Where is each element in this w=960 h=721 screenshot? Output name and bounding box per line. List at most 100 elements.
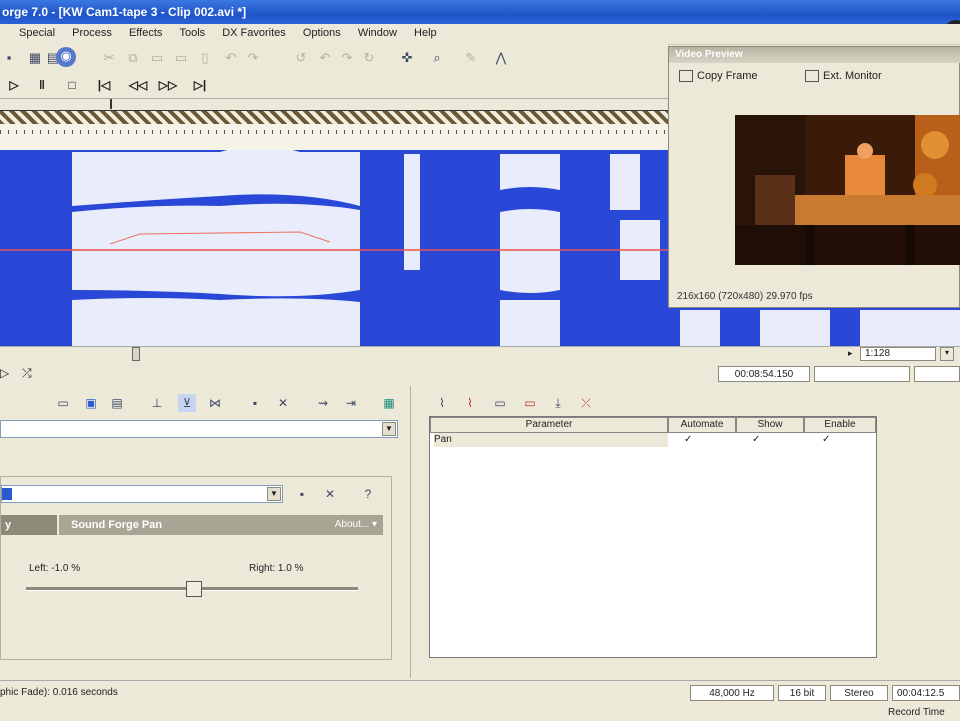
transport-bar: ▷ ǁ □ |◁ ◁◁ ▷▷ ▷| bbox=[0, 72, 668, 98]
save-preset-icon[interactable]: ▪ bbox=[246, 394, 264, 412]
chain-load-icon[interactable]: ▤ bbox=[108, 394, 126, 412]
envelope-point-icon[interactable]: ⤓ bbox=[549, 394, 567, 412]
channels-field[interactable]: Stereo bbox=[830, 685, 888, 701]
go-to-end-icon[interactable]: ▷| bbox=[190, 76, 210, 94]
video-preview-title: Video Preview bbox=[669, 47, 960, 63]
repeat-icon[interactable]: ↺ bbox=[292, 49, 310, 67]
play-mode-icon[interactable]: ▷ bbox=[0, 366, 9, 380]
fast-forward-icon[interactable]: ▷▷ bbox=[158, 76, 178, 94]
envelope-add-icon[interactable]: ⌇ bbox=[433, 394, 451, 412]
automate-checkbox[interactable]: ✓ bbox=[684, 434, 696, 446]
copy-frame-label: Copy Frame bbox=[697, 70, 758, 82]
chain-selector[interactable]: ▼ bbox=[0, 420, 398, 438]
cut-icon[interactable]: ✂ bbox=[100, 49, 118, 67]
chain-move-left-icon[interactable]: ⊥ bbox=[148, 394, 166, 412]
chain-add-icon[interactable]: ▭ bbox=[54, 394, 72, 412]
menu-window[interactable]: Window bbox=[351, 24, 404, 39]
remove-plugin-icon[interactable]: ✕ bbox=[274, 394, 292, 412]
rewind-icon[interactable]: ◁◁ bbox=[128, 76, 148, 94]
magnify-tool-icon[interactable]: ⌕ bbox=[428, 49, 446, 67]
web-icon[interactable]: ◉ bbox=[56, 47, 76, 67]
trim-icon[interactable]: ▯ bbox=[196, 49, 214, 67]
column-parameter[interactable]: Parameter bbox=[430, 417, 668, 433]
stop-icon[interactable]: □ bbox=[62, 76, 82, 94]
sample-rate-field[interactable]: 48,000 Hz bbox=[690, 685, 774, 701]
horizontal-scroll-row[interactable]: ▸ 1:128 ▾ bbox=[0, 346, 960, 363]
mix-icon[interactable]: ▭ bbox=[172, 49, 190, 67]
edit-tool-icon[interactable]: ✜ bbox=[398, 49, 416, 67]
undo-icon[interactable]: ↶ bbox=[222, 49, 240, 67]
envelope-delete-icon[interactable]: ▭ bbox=[521, 394, 539, 412]
window-title: orge 7.0 - [KW Cam1-tape 3 - Clip 002.av… bbox=[2, 5, 247, 19]
save-icon[interactable]: ▪ bbox=[0, 49, 18, 67]
menu-tools[interactable]: Tools bbox=[172, 24, 212, 39]
length-status-field[interactable]: 00:04:12.5 bbox=[892, 685, 960, 701]
preview-plugin-icon[interactable]: ⇝ bbox=[314, 394, 332, 412]
table-row[interactable]: Pan ✓ ✓ ✓ bbox=[430, 433, 876, 447]
process-plugin-icon[interactable]: ⇥ bbox=[342, 394, 360, 412]
pencil-tool-icon[interactable]: ✎ bbox=[462, 49, 480, 67]
monitor-icon bbox=[805, 70, 819, 83]
column-enable[interactable]: Enable bbox=[804, 417, 876, 433]
ext-monitor-label: Ext. Monitor bbox=[823, 70, 882, 82]
ruler-ticks bbox=[0, 130, 668, 134]
menu-help[interactable]: Help bbox=[407, 24, 444, 39]
delete-preset-icon[interactable]: ✕ bbox=[321, 485, 339, 503]
redo-history-icon[interactable]: ↷ bbox=[338, 49, 356, 67]
menu-dx-favorites[interactable]: DX Favorites bbox=[215, 24, 293, 39]
column-automate[interactable]: Automate bbox=[668, 417, 736, 433]
copy-icon[interactable]: ⧉ bbox=[124, 49, 142, 67]
column-show[interactable]: Show bbox=[736, 417, 804, 433]
preset-selector[interactable]: ▼ bbox=[1, 485, 283, 503]
undo-history-icon[interactable]: ↶ bbox=[316, 49, 334, 67]
chain-dropdown-icon[interactable]: ▼ bbox=[382, 422, 396, 436]
chain-route-icon[interactable]: ⋈ bbox=[206, 394, 224, 412]
ext-monitor-button[interactable]: Ext. Monitor bbox=[805, 70, 882, 83]
go-to-start-icon[interactable]: |◁ bbox=[94, 76, 114, 94]
automation-pane: ⌇ ⌇ ▭ ▭ ⤓ ⤫ Parameter Automate Show Enab… bbox=[410, 386, 960, 678]
save-preset-button-icon[interactable]: ▪ bbox=[293, 485, 311, 503]
video-frame bbox=[735, 115, 960, 265]
show-checkbox[interactable]: ✓ bbox=[752, 434, 764, 446]
window-title-bar: orge 7.0 - [KW Cam1-tape 3 - Clip 002.av… bbox=[0, 0, 960, 24]
pan-slider-thumb[interactable] bbox=[185, 581, 202, 597]
enable-checkbox[interactable]: ✓ bbox=[822, 434, 834, 446]
refresh-icon[interactable]: ↻ bbox=[360, 49, 378, 67]
render-icon[interactable]: ▦ bbox=[26, 49, 44, 67]
envelope-tool-icon[interactable]: ⋀ bbox=[492, 49, 510, 67]
time-ruler[interactable] bbox=[0, 124, 668, 151]
bit-depth-field[interactable]: 16 bit bbox=[778, 685, 826, 701]
plugin-about-button[interactable]: About... ▾ bbox=[335, 515, 377, 535]
copy-frame-button[interactable]: Copy Frame bbox=[679, 70, 758, 83]
pause-icon[interactable]: ǁ bbox=[32, 76, 52, 94]
menu-options[interactable]: Options bbox=[296, 24, 348, 39]
redo-icon[interactable]: ↷ bbox=[244, 49, 262, 67]
help-icon[interactable]: ? bbox=[359, 485, 377, 503]
pan-right-label: Right: 1.0 % bbox=[249, 563, 304, 574]
preset-selection-highlight bbox=[2, 488, 12, 500]
menu-process[interactable]: Process bbox=[65, 24, 119, 39]
paste-icon[interactable]: ▭ bbox=[148, 49, 166, 67]
chain-save-icon[interactable]: ▣ bbox=[82, 394, 100, 412]
length-field[interactable] bbox=[914, 366, 960, 382]
selection-field[interactable] bbox=[814, 366, 910, 382]
zoom-ratio-field[interactable]: 1:128 bbox=[860, 347, 936, 361]
menu-special[interactable]: Special bbox=[12, 24, 62, 39]
main-toolbar: ▪ ▦ ▤ ◉ ✂ ⧉ ▭ ▭ ▯ ↶ ↷ ↺ ↶ ↷ ↻ ✜ ⌕ ✎ ⋀ bbox=[0, 44, 668, 73]
zoom-dropdown-icon[interactable]: ▾ bbox=[940, 347, 954, 361]
video-preview-window: Video Preview Copy Frame Ext. Monitor 21… bbox=[668, 46, 960, 308]
preset-dropdown-icon[interactable]: ▼ bbox=[267, 487, 281, 501]
envelope-edit-icon[interactable]: ▭ bbox=[491, 394, 509, 412]
play-icon[interactable]: ▷ bbox=[4, 76, 24, 94]
menu-effects[interactable]: Effects bbox=[122, 24, 169, 39]
loop-icon[interactable]: ⤮ bbox=[22, 366, 32, 381]
envelope-clear-icon[interactable]: ⤫ bbox=[577, 394, 595, 412]
chain-bypass-icon[interactable]: ⊻ bbox=[178, 394, 196, 412]
cursor-position-field[interactable]: 00:08:54.150 bbox=[718, 366, 810, 382]
envelope-show-icon[interactable]: ⌇ bbox=[461, 394, 479, 412]
plugin-tab[interactable]: y bbox=[1, 515, 57, 535]
copy-frame-icon bbox=[679, 70, 693, 83]
automation-icon[interactable]: ▦ bbox=[380, 394, 398, 412]
scroll-thumb[interactable] bbox=[132, 347, 140, 361]
zoom-arrow-icon[interactable]: ▸ bbox=[848, 348, 853, 359]
